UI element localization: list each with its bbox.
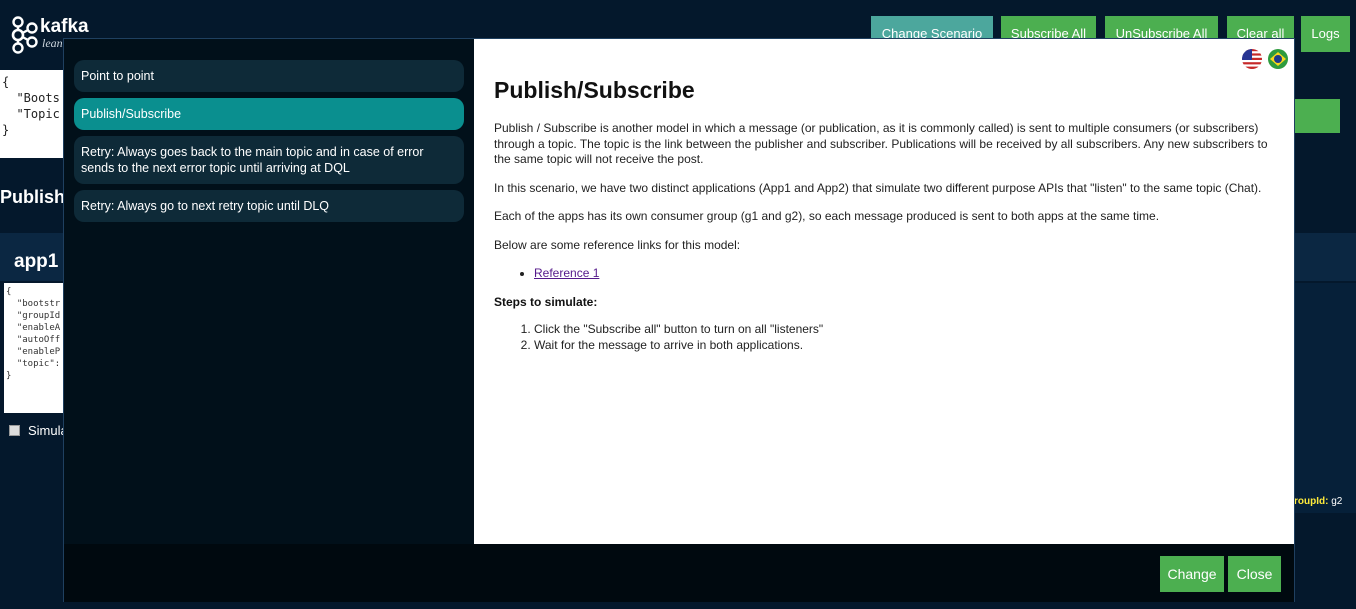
scenario-item-point-to-point[interactable]: Point to point	[74, 60, 464, 92]
scenario-list: Point to point Publish/Subscribe Retry: …	[64, 39, 474, 544]
scenario-item-publish-subscribe[interactable]: Publish/Subscribe	[74, 98, 464, 130]
description-paragraph: Each of the apps has its own consumer gr…	[494, 209, 1160, 223]
simulate-label: Simula	[28, 423, 68, 438]
topic-config-textarea[interactable]: { "Boots "Topic }	[0, 70, 70, 158]
step-item: Click the "Subscribe all" button to turn…	[534, 322, 1274, 338]
brazil-flag-icon[interactable]	[1268, 49, 1288, 69]
group-id-value: g2	[1331, 496, 1343, 507]
section-title: Publish	[0, 187, 66, 207]
app2-action-button[interactable]	[1294, 99, 1340, 133]
language-selector	[1240, 49, 1288, 69]
app2-panel	[1294, 283, 1356, 513]
steps-list: Click the "Subscribe all" button to turn…	[534, 322, 1274, 353]
scenario-modal: Point to point Publish/Subscribe Retry: …	[63, 38, 1295, 602]
steps-title: Steps to simulate:	[494, 294, 598, 309]
us-flag-icon[interactable]	[1241, 49, 1262, 69]
group-id-key: roupId:	[1294, 496, 1329, 507]
simulate-checkbox[interactable]	[9, 425, 20, 436]
reference-item: Reference 1	[534, 266, 1274, 282]
reference-list: Reference 1	[534, 266, 1274, 282]
change-button[interactable]: Change	[1160, 556, 1224, 592]
logs-button[interactable]: Logs	[1301, 16, 1350, 52]
kafka-logo-icon	[11, 16, 38, 54]
close-button[interactable]: Close	[1228, 556, 1281, 592]
modal-footer: Change Close	[64, 544, 1294, 602]
scenario-description: Publish/Subscribe Publish / Subscribe is…	[474, 39, 1294, 544]
app1-config-textarea[interactable]: { "bootstr "groupId "enableA "autoOff "e…	[4, 283, 66, 413]
scenario-item-retry-next-topic[interactable]: Retry: Always go to next retry topic unt…	[74, 190, 464, 222]
description-paragraph: Below are some reference links for this …	[494, 237, 741, 252]
scenario-title: Publish/Subscribe	[494, 77, 695, 103]
description-paragraph: In this scenario, we have two distinct a…	[494, 180, 1262, 195]
app1-title: app1	[14, 251, 59, 272]
logo-subtext: lean	[42, 36, 63, 50]
step-item: Wait for the message to arrive in both a…	[534, 338, 1274, 354]
logo-text: kafka	[40, 16, 89, 37]
scenario-body: Publish / Subscribe is another model in …	[494, 121, 1274, 353]
scenario-item-retry-main-topic[interactable]: Retry: Always goes back to the main topi…	[74, 136, 464, 184]
group-id-label: roupId: g2	[1294, 496, 1342, 507]
description-paragraph: Publish / Subscribe is another model in …	[494, 121, 1268, 166]
reference-link[interactable]: Reference 1	[534, 266, 599, 280]
